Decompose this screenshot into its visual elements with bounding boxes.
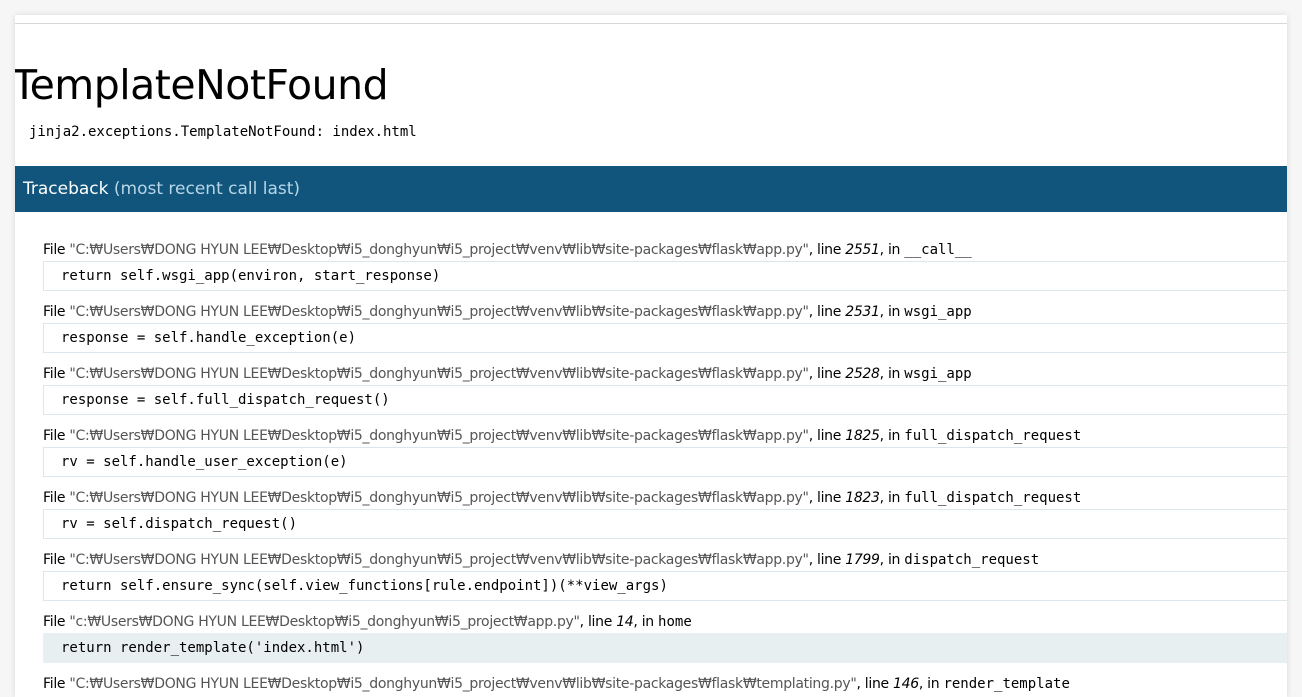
frame-line-number: 2531: [845, 304, 880, 320]
current-code-line[interactable]: return render_template('index.html'): [43, 633, 1287, 663]
file-prefix: File: [43, 304, 66, 320]
frame-file-line: File "C:₩Users₩DONG HYUN LEE₩Desktop₩i5_…: [43, 239, 1287, 261]
in-prefix: , in: [633, 614, 654, 630]
error-title: TemplateNotFound: [15, 61, 389, 109]
traceback-frame: File "C:₩Users₩DONG HYUN LEE₩Desktop₩i5_…: [43, 301, 1287, 353]
frame-function-name: home: [658, 614, 692, 630]
traceback-title: Traceback: [23, 179, 109, 199]
file-prefix: File: [43, 676, 66, 692]
in-prefix: , in: [879, 552, 901, 568]
file-prefix: File: [43, 490, 66, 506]
in-prefix: , in: [879, 304, 901, 320]
traceback-frame: File "C:₩Users₩DONG HYUN LEE₩Desktop₩i5_…: [43, 549, 1287, 601]
frame-code-line[interactable]: return self.ensure_sync(self.view_functi…: [43, 571, 1287, 601]
traceback-subtitle: (most recent call last): [113, 179, 301, 199]
frame-file-line: File "C:₩Users₩DONG HYUN LEE₩Desktop₩i5_…: [43, 673, 1287, 695]
frame-filename: "C:₩Users₩DONG HYUN LEE₩Desktop₩i5_dongh…: [69, 676, 857, 692]
frame-filename: "C:₩Users₩DONG HYUN LEE₩Desktop₩i5_dongh…: [69, 242, 809, 258]
frame-code-line[interactable]: rv = self.dispatch_request(): [43, 509, 1287, 539]
frame-filename: "C:₩Users₩DONG HYUN LEE₩Desktop₩i5_dongh…: [69, 428, 809, 444]
error-message: jinja2.exceptions.TemplateNotFound: inde…: [29, 124, 417, 140]
frame-code-line[interactable]: rv = self.handle_user_exception(e): [43, 447, 1287, 477]
traceback-frames: File "C:₩Users₩DONG HYUN LEE₩Desktop₩i5_…: [43, 239, 1287, 695]
traceback-frame: File "C:₩Users₩DONG HYUN LEE₩Desktop₩i5_…: [43, 363, 1287, 415]
frame-line-number: 2528: [845, 366, 880, 382]
frame-function-name: __call__: [904, 242, 972, 258]
in-prefix: , in: [879, 242, 901, 258]
file-prefix: File: [43, 366, 66, 382]
frame-filename: "C:₩Users₩DONG HYUN LEE₩Desktop₩i5_dongh…: [69, 552, 809, 568]
line-prefix: , line: [808, 366, 842, 382]
debugger-page: TemplateNotFound jinja2.exceptions.Templ…: [15, 15, 1287, 697]
file-prefix: File: [43, 428, 66, 444]
frame-filename: "C:₩Users₩DONG HYUN LEE₩Desktop₩i5_dongh…: [69, 304, 809, 320]
frame-code-line[interactable]: response = self.handle_exception(e): [43, 323, 1287, 353]
line-prefix: , line: [808, 552, 842, 568]
frame-code-line[interactable]: return self.wsgi_app(environ, start_resp…: [43, 261, 1287, 291]
traceback-frame: File "C:₩Users₩DONG HYUN LEE₩Desktop₩i5_…: [43, 425, 1287, 477]
frame-filename: "c:₩Users₩DONG HYUN LEE₩Desktop₩i5_dongh…: [69, 614, 580, 630]
file-prefix: File: [43, 552, 66, 568]
traceback-heading: Traceback (most recent call last): [15, 179, 300, 199]
in-prefix: , in: [879, 428, 901, 444]
traceback-header: Traceback (most recent call last): [15, 166, 1287, 212]
frame-line-number: 2551: [845, 242, 880, 258]
line-prefix: , line: [856, 676, 889, 692]
line-prefix: , line: [808, 304, 842, 320]
traceback-frame: File "C:₩Users₩DONG HYUN LEE₩Desktop₩i5_…: [43, 673, 1287, 695]
frame-file-line: File "C:₩Users₩DONG HYUN LEE₩Desktop₩i5_…: [43, 363, 1287, 385]
in-prefix: , in: [879, 490, 901, 506]
in-prefix: , in: [879, 366, 901, 382]
frame-file-line: File "C:₩Users₩DONG HYUN LEE₩Desktop₩i5_…: [43, 487, 1287, 509]
frame-file-line: File "c:₩Users₩DONG HYUN LEE₩Desktop₩i5_…: [43, 611, 1287, 633]
frame-function-name: dispatch_request: [904, 552, 1040, 568]
frame-function-name: full_dispatch_request: [904, 490, 1082, 506]
frame-line-number: 1825: [845, 428, 880, 444]
file-prefix: File: [43, 614, 66, 630]
frame-line-number: 146: [893, 676, 919, 692]
frame-function-name: render_template: [943, 676, 1070, 692]
frame-code-line[interactable]: response = self.full_dispatch_request(): [43, 385, 1287, 415]
frame-function-name: wsgi_app: [904, 304, 972, 320]
line-prefix: , line: [808, 428, 842, 444]
frame-line-number: 1799: [845, 552, 880, 568]
frame-line-number: 1823: [845, 490, 880, 506]
frame-file-line: File "C:₩Users₩DONG HYUN LEE₩Desktop₩i5_…: [43, 301, 1287, 323]
traceback-frame: File "C:₩Users₩DONG HYUN LEE₩Desktop₩i5_…: [43, 239, 1287, 291]
file-prefix: File: [43, 242, 66, 258]
top-divider: [15, 23, 1287, 24]
frame-line-number: 14: [616, 614, 634, 630]
in-prefix: , in: [918, 676, 940, 692]
traceback-frame: File "C:₩Users₩DONG HYUN LEE₩Desktop₩i5_…: [43, 487, 1287, 539]
frame-file-line: File "C:₩Users₩DONG HYUN LEE₩Desktop₩i5_…: [43, 425, 1287, 447]
line-prefix: , line: [808, 242, 842, 258]
frame-file-line: File "C:₩Users₩DONG HYUN LEE₩Desktop₩i5_…: [43, 549, 1287, 571]
frame-function-name: wsgi_app: [904, 366, 972, 382]
frame-function-name: full_dispatch_request: [904, 428, 1082, 444]
line-prefix: , line: [808, 490, 842, 506]
frame-filename: "C:₩Users₩DONG HYUN LEE₩Desktop₩i5_dongh…: [69, 366, 809, 382]
line-prefix: , line: [579, 614, 613, 630]
traceback-frame: File "c:₩Users₩DONG HYUN LEE₩Desktop₩i5_…: [43, 611, 1287, 663]
frame-filename: "C:₩Users₩DONG HYUN LEE₩Desktop₩i5_dongh…: [69, 490, 809, 506]
